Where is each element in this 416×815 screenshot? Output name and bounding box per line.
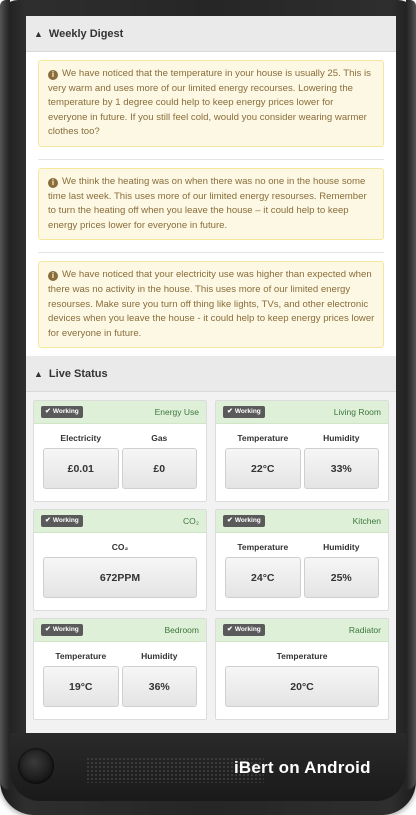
digest-item: i We have noticed that your electricity u… bbox=[38, 261, 384, 356]
metric-co2: CO₂ 672PPM bbox=[43, 533, 197, 599]
status-badge: ✔ Working bbox=[41, 515, 83, 528]
metric-humidity: Humidity 25% bbox=[303, 533, 379, 599]
card-title: CO₂ bbox=[182, 516, 199, 527]
status-badge: ✔ Working bbox=[41, 624, 83, 637]
metric-temperature: Temperature 22°C bbox=[225, 424, 301, 490]
digest-message: We have noticed that the temperature in … bbox=[48, 68, 371, 138]
card-header: ✔ Working Kitchen bbox=[216, 510, 388, 534]
live-status-body: ✔ Working Energy Use Electricity £0.01 Ga… bbox=[26, 392, 396, 721]
camera-icon bbox=[18, 748, 54, 784]
check-icon: ✔ bbox=[227, 408, 233, 416]
digest-alert: i We think the heating was on when there … bbox=[38, 167, 384, 241]
weekly-digest-body: i We have noticed that the temperature in… bbox=[26, 52, 396, 357]
card-title: Energy Use bbox=[154, 407, 199, 418]
metric-temperature: Temperature 24°C bbox=[225, 533, 301, 599]
card-header: ✔ Working Radiator bbox=[216, 619, 388, 643]
chevron-up-icon: ▲ bbox=[34, 28, 43, 39]
status-badge: ✔ Working bbox=[41, 406, 83, 419]
check-icon: ✔ bbox=[227, 626, 233, 634]
card-title: Bedroom bbox=[164, 625, 200, 636]
metric-label: Gas bbox=[151, 433, 168, 444]
card-title: Radiator bbox=[348, 625, 381, 636]
metric-label: Humidity bbox=[323, 433, 360, 444]
metric-value: 36% bbox=[121, 666, 197, 708]
digest-alert: i We have noticed that the temperature in… bbox=[38, 60, 384, 147]
metric-value: 24°C bbox=[225, 557, 301, 599]
metric-value: 22°C bbox=[225, 448, 301, 490]
metric-value: 25% bbox=[303, 557, 379, 599]
card-title: Kitchen bbox=[352, 516, 381, 527]
status-badge: ✔ Working bbox=[223, 406, 265, 419]
status-badge: ✔ Working bbox=[223, 515, 265, 528]
card-title: Living Room bbox=[333, 407, 381, 418]
status-card-kitchen: ✔ Working Kitchen Temperature 24°C Humidi… bbox=[215, 509, 389, 612]
metric-label: Humidity bbox=[323, 542, 360, 553]
metric-value: £0.01 bbox=[43, 448, 119, 490]
check-icon: ✔ bbox=[45, 408, 51, 416]
card-header: ✔ Working Energy Use bbox=[34, 401, 206, 425]
card-header: ✔ Working CO₂ bbox=[34, 510, 206, 534]
metric-gas: Gas £0 bbox=[121, 424, 197, 490]
metric-label: Temperature bbox=[276, 651, 328, 662]
metric-row: Temperature 19°C Humidity 36% bbox=[34, 642, 206, 708]
metric-row: Temperature 24°C Humidity 25% bbox=[216, 533, 388, 599]
metric-row: Electricity £0.01 Gas £0 bbox=[34, 424, 206, 490]
info-circle-icon: i bbox=[48, 70, 58, 80]
digest-alert: i We have noticed that your electricity u… bbox=[38, 261, 384, 349]
card-header: ✔ Working Living Room bbox=[216, 401, 388, 425]
metric-label: Temperature bbox=[55, 651, 107, 662]
metric-label: Temperature bbox=[237, 542, 289, 553]
metric-value: 19°C bbox=[43, 666, 119, 708]
metric-row: Temperature 22°C Humidity 33% bbox=[216, 424, 388, 490]
metric-temperature: Temperature 20°C bbox=[225, 642, 379, 708]
digest-message: We have noticed that your electricity us… bbox=[48, 269, 375, 339]
status-card-bedroom: ✔ Working Bedroom Temperature 19°C Humidi… bbox=[33, 618, 207, 721]
metric-humidity: Humidity 33% bbox=[303, 424, 379, 490]
device-caption: iBert on Android bbox=[234, 758, 371, 777]
metric-row: Temperature 20°C bbox=[216, 642, 388, 708]
status-card-living-room: ✔ Working Living Room Temperature 22°C Hu… bbox=[215, 400, 389, 503]
info-circle-icon: i bbox=[48, 271, 58, 282]
check-icon: ✔ bbox=[227, 517, 233, 525]
metric-temperature: Temperature 19°C bbox=[43, 642, 119, 708]
weekly-digest-title: Weekly Digest bbox=[48, 27, 124, 40]
metric-row: CO₂ 672PPM bbox=[34, 533, 206, 599]
digest-item: i We think the heating was on when there … bbox=[38, 167, 384, 254]
metric-label: Temperature bbox=[237, 433, 289, 444]
status-card-grid: ✔ Working Energy Use Electricity £0.01 Ga… bbox=[26, 392, 396, 721]
metric-electricity: Electricity £0.01 bbox=[43, 424, 119, 490]
metric-label: Humidity bbox=[141, 651, 178, 662]
status-card-energy-use: ✔ Working Energy Use Electricity £0.01 Ga… bbox=[33, 400, 207, 503]
metric-value: 20°C bbox=[225, 666, 379, 708]
live-status-header[interactable]: ▲ Live Status bbox=[26, 356, 396, 393]
phone-right-rim bbox=[406, 0, 416, 790]
status-card-co2: ✔ Working CO₂ CO₂ 672PPM bbox=[33, 509, 207, 612]
status-badge: ✔ Working bbox=[223, 624, 265, 637]
metric-label: Electricity bbox=[60, 433, 102, 444]
metric-value: 33% bbox=[303, 448, 379, 490]
info-circle-icon: i bbox=[48, 177, 58, 188]
metric-label: CO₂ bbox=[111, 542, 129, 553]
chevron-up-icon: ▲ bbox=[34, 368, 43, 379]
status-card-radiator: ✔ Working Radiator Temperature 20°C bbox=[215, 618, 389, 721]
live-status-title: Live Status bbox=[48, 367, 108, 380]
check-icon: ✔ bbox=[45, 626, 51, 634]
check-icon: ✔ bbox=[45, 517, 51, 525]
digest-item: i We have noticed that the temperature in… bbox=[38, 60, 384, 160]
phone-frame: ▲ Weekly Digest i We have noticed that th… bbox=[0, 0, 416, 815]
metric-value: 672PPM bbox=[43, 557, 197, 599]
weekly-digest-header[interactable]: ▲ Weekly Digest bbox=[26, 16, 396, 52]
metric-value: £0 bbox=[121, 448, 197, 490]
card-header: ✔ Working Bedroom bbox=[34, 619, 206, 643]
phone-left-rim bbox=[0, 0, 10, 790]
app-screen: ▲ Weekly Digest i We have noticed that th… bbox=[26, 16, 396, 733]
metric-humidity: Humidity 36% bbox=[121, 642, 197, 708]
digest-message: We think the heating was on when there w… bbox=[48, 175, 367, 231]
